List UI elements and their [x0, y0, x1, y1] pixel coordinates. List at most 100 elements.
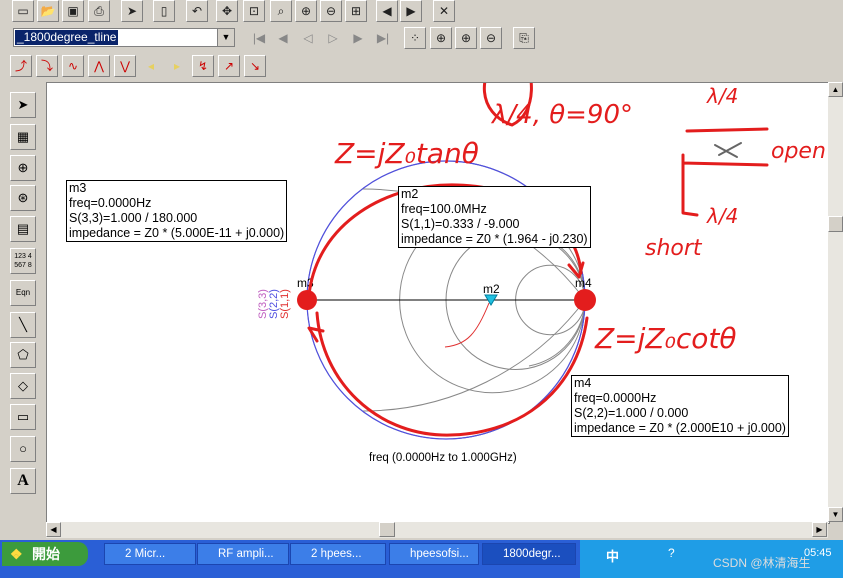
trace-5-icon[interactable]: ⋁ — [114, 55, 136, 77]
forward-icon[interactable]: ▶ — [400, 0, 422, 22]
task-ads[interactable]: 2 hpees... — [290, 543, 386, 565]
pointer-icon[interactable]: ➤ — [10, 92, 36, 118]
trace-3-icon[interactable]: ∿ — [62, 55, 84, 77]
rect-plot-icon[interactable]: ▦ — [10, 124, 36, 150]
export-icon[interactable]: ⎘ — [513, 27, 535, 49]
help-icon[interactable]: ? — [668, 546, 675, 560]
text-icon[interactable]: A — [10, 468, 36, 494]
zoom-icon[interactable]: ⌕ — [270, 0, 292, 22]
chevron-down-icon[interactable]: ▼ — [217, 29, 234, 46]
zoom-in-icon[interactable]: ⊕ — [295, 0, 317, 22]
task-1800deg[interactable]: 1800degr... — [482, 543, 576, 565]
design-select[interactable]: _1800degree_tline ▼ — [13, 28, 235, 47]
ink-z-tan: Z=jZ₀tanθ — [334, 137, 479, 170]
zoom-area-icon[interactable]: ⊡ — [243, 0, 265, 22]
open-folder-icon[interactable]: 📂 — [37, 0, 59, 22]
m2-sparam: S(1,1)=0.333 / -9.000 — [401, 217, 520, 231]
toolbar-row-2: _1800degree_tline ▼ |◀ ◀ ◁ ▷ ▶ ▶| ⁘ ⊕ ⊕ … — [0, 24, 843, 52]
marker-box-m4[interactable]: m4 freq=0.0000Hz S(2,2)=1.000 / 0.000 im… — [571, 375, 789, 437]
trace-6-icon[interactable]: ◂ — [140, 55, 162, 77]
list-plot-icon[interactable]: ▤ — [10, 216, 36, 242]
scroll-thumb-v[interactable] — [828, 216, 843, 232]
plot-canvas[interactable]: m2 m3 m4 S(3,3) S(2,2) S(1,1) freq (0.00… — [46, 82, 830, 524]
prev-page-icon[interactable]: ◀ — [272, 27, 294, 49]
smith-chart-icon[interactable]: ⊕ — [10, 155, 36, 181]
marker-box-m3[interactable]: m3 freq=0.0000Hz S(3,3)=1.000 / 180.000 … — [66, 180, 288, 242]
horizontal-scrollbar[interactable]: ◀ ▶ — [46, 522, 828, 538]
marker-m3-dot — [297, 290, 317, 310]
polyline-icon[interactable]: ◇ — [10, 373, 36, 399]
scroll-down-icon[interactable]: ▼ — [828, 507, 843, 522]
m2-impedance: impedance = Z0 * (1.964 - j0.230) — [401, 232, 588, 246]
start-button[interactable]: ❖ 開始 — [2, 542, 88, 566]
m3-sparam: S(3,3)=1.000 / 180.000 — [69, 211, 198, 225]
next-page-icon[interactable]: ▶ — [347, 27, 369, 49]
polar-plot-icon[interactable]: ⊛ — [10, 185, 36, 211]
first-page-icon[interactable]: |◀ — [248, 27, 270, 49]
zoom-fit-icon[interactable]: ⊕ — [430, 27, 452, 49]
tool-palette: ➤ ▦ ⊕ ⊛ ▤ 123 4 567 8 Eqn ╲ ⬠ ◇ ▭ ○ A — [8, 90, 40, 510]
scroll-right-icon[interactable]: ▶ — [812, 522, 827, 537]
trace-4-icon[interactable]: ⋀ — [88, 55, 110, 77]
ink-open: open — [771, 139, 826, 164]
line-icon[interactable]: ╲ — [10, 312, 36, 338]
scroll-left-icon[interactable]: ◀ — [46, 522, 61, 537]
vertical-scrollbar[interactable]: ▲ ▼ — [828, 82, 843, 522]
m3-title: m3 — [69, 181, 87, 195]
windows-logo-icon: ❖ — [10, 546, 23, 562]
print-icon[interactable]: ⎙ — [88, 0, 110, 22]
task-folder[interactable]: RF ampli... — [197, 543, 289, 565]
marker-box-m2[interactable]: m2 freq=100.0MHz S(1,1)=0.333 / -9.000 i… — [398, 186, 591, 248]
next-step-icon[interactable]: ▷ — [322, 27, 344, 49]
grid-icon[interactable]: ⁘ — [404, 27, 426, 49]
m4-impedance: impedance = Z0 * (2.000E10 + j0.000) — [574, 421, 786, 435]
circle-icon[interactable]: ○ — [10, 436, 36, 462]
trace-2-icon[interactable]: ⤵ — [36, 55, 58, 77]
new-file-icon[interactable]: ▭ — [12, 0, 34, 22]
save-icon[interactable]: ▣ — [62, 0, 84, 22]
start-label: 開始 — [32, 546, 60, 562]
close-x-icon[interactable]: ✕ — [433, 0, 455, 22]
task-hpeesofsim[interactable]: hpeesofsi... — [389, 543, 479, 565]
polygon-icon[interactable]: ⬠ — [10, 342, 36, 368]
scroll-up-icon[interactable]: ▲ — [828, 82, 843, 97]
trace-8-icon[interactable]: ↯ — [192, 55, 214, 77]
toolbar-row-3: ⤴ ⤵ ∿ ⋀ ⋁ ◂ ▸ ↯ ↗ ↘ — [0, 52, 843, 80]
ime-icon[interactable]: 中 — [606, 546, 619, 565]
task-hpeesofsim-label: hpeesofsi... — [410, 548, 469, 560]
scroll-thumb-h[interactable] — [379, 522, 395, 537]
m4-sparam: S(2,2)=1.000 / 0.000 — [574, 406, 689, 420]
trace-10-icon[interactable]: ↘ — [244, 55, 266, 77]
ink-open-line — [681, 127, 769, 217]
zoom-out-2-icon[interactable]: ⊖ — [480, 27, 502, 49]
move-icon[interactable]: ✥ — [216, 0, 238, 22]
task-1800deg-label: 1800degr... — [503, 548, 561, 560]
view-all-icon[interactable]: ⊞ — [345, 0, 367, 22]
eqn-icon[interactable]: Eqn — [10, 280, 36, 306]
back-icon[interactable]: ◀ — [376, 0, 398, 22]
m4-freq: freq=0.0000Hz — [574, 391, 657, 405]
zoom-in-2-icon[interactable]: ⊕ — [455, 27, 477, 49]
trace-9-icon[interactable]: ↗ — [218, 55, 240, 77]
numbers-icon[interactable]: 123 4 567 8 — [10, 248, 36, 274]
delete-icon[interactable]: ▯ — [153, 0, 175, 22]
task-word-label: 2 Micr... — [125, 548, 166, 560]
prev-step-icon[interactable]: ◁ — [297, 27, 319, 49]
task-word[interactable]: 2 Micr... — [104, 543, 196, 565]
zoom-out-icon[interactable]: ⊖ — [320, 0, 342, 22]
task-ads-label: 2 hpees... — [311, 548, 362, 560]
system-tray: 中 ? 05:45 CSDN @林清海生 — [580, 540, 843, 578]
ink-short: short — [645, 236, 703, 261]
trace-s11 — [444, 302, 490, 348]
task-folder-label: RF ampli... — [218, 548, 274, 560]
rectangle-icon[interactable]: ▭ — [10, 404, 36, 430]
last-page-icon[interactable]: ▶| — [372, 27, 394, 49]
undo-icon[interactable]: ↶ — [186, 0, 208, 22]
text-tool-label: A — [17, 472, 29, 489]
eqn-label: Eqn — [15, 288, 31, 297]
trace-7-icon[interactable]: ▸ — [166, 55, 188, 77]
ink-lambda-bottom: λ/4 — [706, 204, 738, 228]
marker-m4-label: m4 — [575, 276, 592, 290]
trace-1-icon[interactable]: ⤴ — [10, 55, 32, 77]
select-pointer-icon[interactable]: ➤ — [121, 0, 143, 22]
